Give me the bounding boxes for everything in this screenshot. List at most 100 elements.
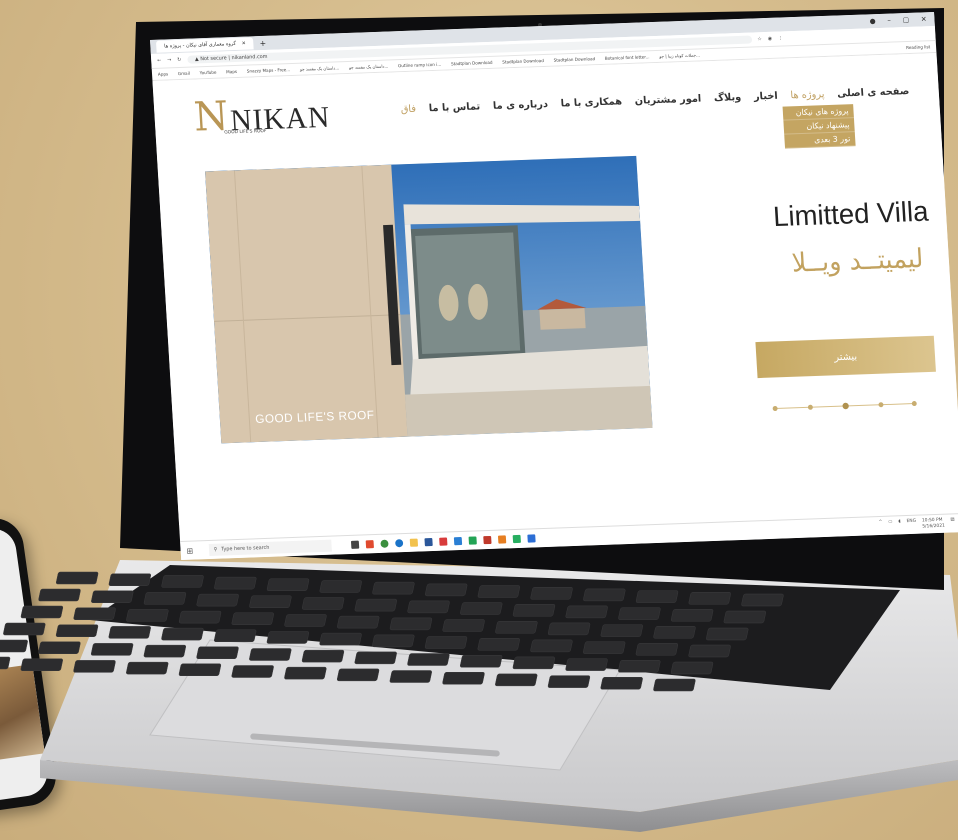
slide-dot[interactable] bbox=[878, 402, 884, 408]
slide-dot[interactable] bbox=[911, 401, 917, 407]
project-title-fa: لیمیتــد ویــلا bbox=[790, 243, 925, 279]
back-icon[interactable]: ← bbox=[157, 58, 161, 64]
bookmark-item[interactable]: Stadtplan Download bbox=[502, 58, 544, 64]
app-icon[interactable] bbox=[453, 536, 462, 546]
website-page: N NIKAN GOOD LIFE'S ROOF صفحه ی اصلی پرو… bbox=[152, 53, 958, 525]
keyboard-key bbox=[126, 609, 169, 622]
nav-extra[interactable]: فاق bbox=[400, 104, 416, 116]
bookmark-item[interactable]: Stadtplan Download bbox=[553, 56, 595, 62]
reload-icon[interactable]: ↻ bbox=[177, 57, 181, 63]
keyboard-key bbox=[424, 636, 468, 649]
nav-about[interactable]: درباره ی ما bbox=[493, 99, 549, 112]
keyboard-key bbox=[73, 660, 116, 673]
windows-start-icon[interactable]: ⊞ bbox=[186, 546, 193, 555]
slider-dots bbox=[772, 401, 917, 412]
app-icon[interactable] bbox=[512, 534, 521, 544]
nav-contact[interactable]: تماس با ما bbox=[428, 101, 480, 114]
keyboard-key bbox=[547, 675, 591, 688]
notifications-icon[interactable]: ▤ bbox=[950, 517, 955, 529]
keyboard-key bbox=[38, 641, 81, 654]
bookmark-snazzy[interactable]: Snazzy Maps - Free... bbox=[247, 67, 291, 74]
keyboard-key bbox=[178, 663, 222, 677]
network-icon[interactable]: ▭ bbox=[888, 520, 893, 532]
close-icon[interactable]: ✕ bbox=[242, 41, 246, 47]
nav-customers[interactable]: امور مشتریان bbox=[634, 93, 701, 106]
keyboard-key bbox=[460, 602, 503, 615]
keyboard-key bbox=[231, 665, 274, 678]
tray-arrow-icon[interactable]: ^ bbox=[879, 520, 883, 532]
keyboard-key bbox=[512, 603, 556, 617]
volume-icon[interactable]: ◖ bbox=[898, 519, 901, 531]
record-icon[interactable]: ● bbox=[869, 17, 875, 25]
slide-dot[interactable] bbox=[807, 404, 813, 410]
app-icon[interactable] bbox=[468, 536, 477, 545]
nav-cooperation[interactable]: همکاری با ما bbox=[560, 96, 622, 109]
close-window-icon[interactable]: ✕ bbox=[921, 15, 927, 23]
keyboard-key bbox=[196, 646, 239, 660]
menu-icon[interactable]: ⋮ bbox=[778, 35, 783, 41]
bookmark-maps[interactable]: Maps bbox=[226, 69, 237, 74]
task-view-icon[interactable] bbox=[350, 540, 359, 549]
maximize-icon[interactable]: ▢ bbox=[902, 16, 909, 24]
app-icon[interactable] bbox=[482, 535, 492, 545]
keyboard-key bbox=[301, 649, 345, 663]
keyboard-key bbox=[178, 610, 222, 624]
system-tray: ^ ▭ ◖ ENG 10:50 PM 5/16/2021 ▤ bbox=[879, 517, 958, 532]
bookmark-item[interactable]: Stadtplan Download bbox=[451, 60, 493, 66]
app-icon[interactable] bbox=[365, 540, 374, 549]
keyboard-key bbox=[670, 661, 714, 675]
bookmark-item[interactable]: Outline ramp icon i... bbox=[398, 62, 441, 69]
minimize-icon[interactable]: – bbox=[887, 17, 891, 25]
nav-blog[interactable]: وبلاگ bbox=[714, 92, 742, 104]
bookmark-youtube[interactable]: YouTube bbox=[200, 70, 217, 76]
bookmark-item[interactable]: Botanical font letter... bbox=[605, 54, 650, 61]
keyboard-key bbox=[249, 648, 292, 661]
nav-home[interactable]: صفحه ی اصلی bbox=[837, 86, 910, 100]
language[interactable]: ENG bbox=[906, 519, 916, 531]
star-icon[interactable]: ☆ bbox=[757, 36, 762, 42]
keyboard-key bbox=[20, 605, 64, 619]
window-controls: ● – ▢ ✕ bbox=[869, 15, 934, 25]
app-icon[interactable] bbox=[438, 537, 448, 546]
app-icon[interactable] bbox=[527, 534, 536, 543]
nav-news[interactable]: اخبار bbox=[754, 91, 778, 103]
keyboard-key bbox=[670, 609, 714, 622]
bookmark-item[interactable]: داستان یک مفسد جو... bbox=[349, 64, 389, 70]
keyboard-key bbox=[547, 622, 591, 636]
keyboard-key bbox=[126, 661, 169, 675]
keyboard-key bbox=[618, 607, 661, 620]
keyboard-key bbox=[635, 643, 679, 656]
villa-photo bbox=[205, 155, 653, 444]
slide-dot[interactable] bbox=[772, 406, 778, 412]
app-icon[interactable] bbox=[497, 535, 506, 544]
dropdown-item-tour[interactable]: تور 3 بعدی bbox=[784, 132, 856, 149]
nav-projects[interactable]: پروژه ها bbox=[790, 89, 825, 101]
bookmark-item[interactable]: داستان یک مفسد جو... bbox=[300, 65, 340, 71]
profile-icon[interactable]: ◉ bbox=[768, 36, 773, 42]
keyboard-key bbox=[565, 605, 608, 619]
taskbar-apps bbox=[350, 534, 536, 549]
folder-icon[interactable] bbox=[409, 538, 418, 547]
bookmark-apps[interactable]: Apps bbox=[158, 71, 168, 76]
taskbar-search[interactable]: ⚲ Type here to search bbox=[208, 539, 332, 556]
reading-list[interactable]: Reading list bbox=[906, 44, 936, 50]
new-tab-icon[interactable]: + bbox=[259, 38, 266, 47]
slide-dot-active[interactable] bbox=[842, 402, 849, 410]
bookmark-item[interactable]: جملات کوتاه زیبا | جو... bbox=[659, 52, 700, 58]
keyboard-key bbox=[319, 632, 362, 646]
forward-icon[interactable]: → bbox=[167, 57, 171, 63]
tab-title: گروه معماری آقای نیکان - پروژه ها bbox=[163, 40, 237, 50]
keyboard-key bbox=[231, 612, 274, 626]
keyboard-key bbox=[266, 631, 310, 644]
keyboard-key bbox=[0, 639, 28, 653]
bookmark-gmail[interactable]: Gmail bbox=[178, 71, 190, 76]
chrome-icon[interactable] bbox=[380, 539, 389, 548]
more-button[interactable]: بیشتر bbox=[755, 335, 936, 379]
keyboard-key bbox=[600, 677, 643, 690]
keyboard-key bbox=[583, 641, 626, 654]
edge-icon[interactable] bbox=[394, 539, 404, 548]
keyboard-key bbox=[284, 614, 327, 627]
clock[interactable]: 10:50 PM 5/16/2021 bbox=[922, 518, 945, 531]
app-icon[interactable] bbox=[424, 538, 433, 547]
keyboard-key bbox=[565, 658, 608, 671]
